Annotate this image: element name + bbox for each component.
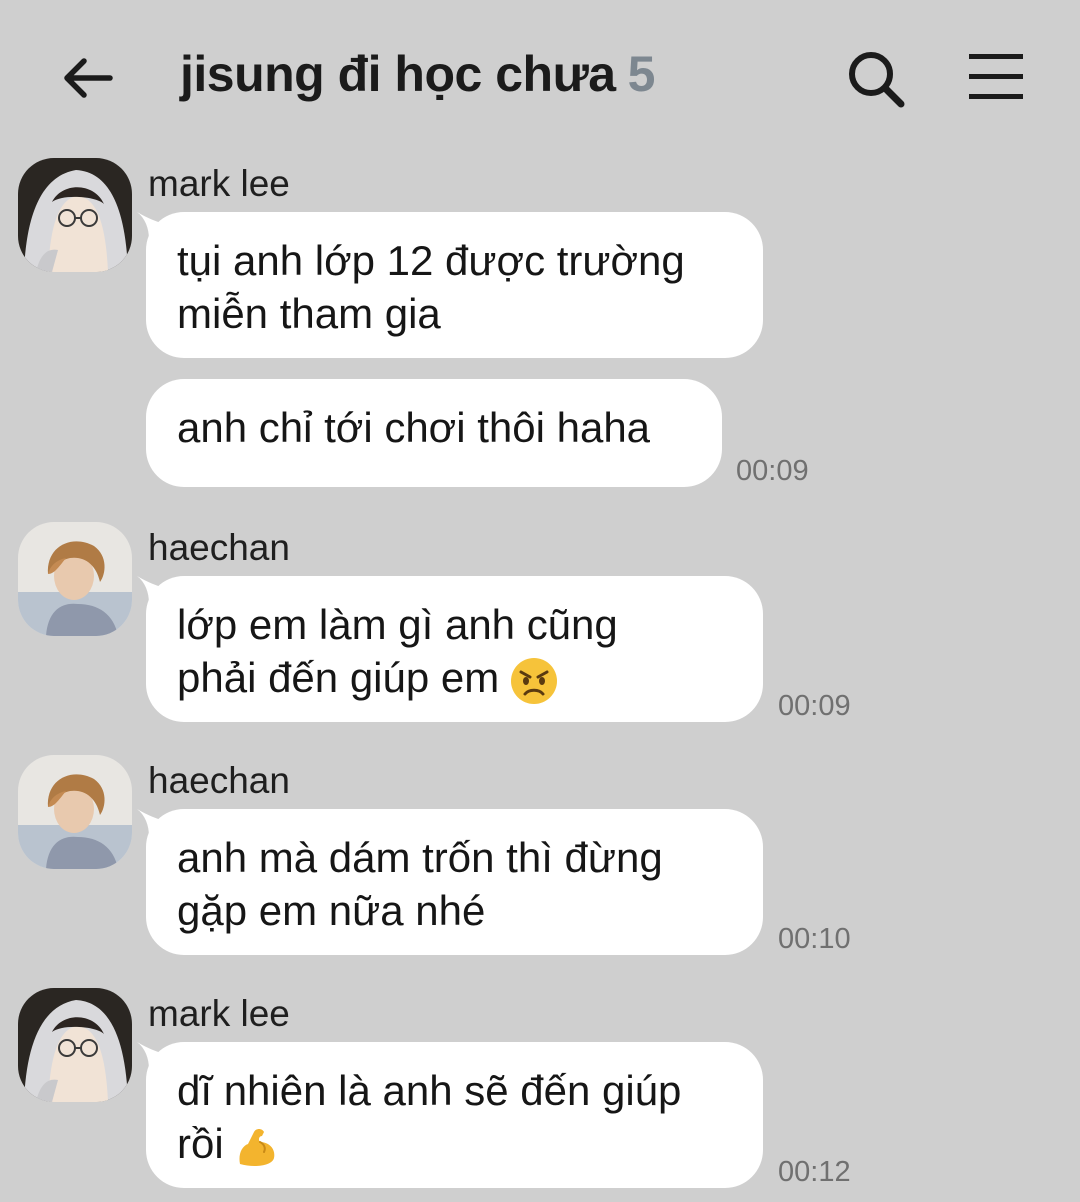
message-line: anh mà dám trốn thì đừng bbox=[177, 834, 663, 881]
message-line: miễn tham gia bbox=[177, 290, 441, 337]
haechan-avatar bbox=[18, 755, 132, 869]
message-line: gặp em nữa nhé bbox=[177, 887, 486, 934]
message-line: lớp em làm gì anh cũng bbox=[177, 601, 618, 648]
avatar-haechan[interactable] bbox=[18, 522, 132, 636]
mark-lee-avatar bbox=[18, 158, 132, 272]
message-bubble[interactable]: anh mà dám trốn thì đừng gặp em nữa nhé bbox=[146, 809, 763, 955]
message-line: phải đến giúp em bbox=[177, 651, 733, 706]
chat-title-text: jisung đi học chưa bbox=[180, 46, 616, 102]
message-line: tụi anh lớp 12 được trường bbox=[177, 237, 685, 284]
message-bubble[interactable]: dĩ nhiên là anh sẽ đến giúp rồi bbox=[146, 1042, 763, 1188]
message-bubble[interactable]: lớp em làm gì anh cũng phải đến giúp em bbox=[146, 576, 763, 722]
message-line: anh chỉ tới chơi thôi haha bbox=[177, 404, 651, 451]
member-count: 5 bbox=[627, 46, 656, 102]
avatar-mark-lee[interactable] bbox=[18, 988, 132, 1102]
sender-name: haechan bbox=[148, 760, 290, 801]
hamburger-menu-icon bbox=[969, 54, 1023, 99]
message-line: dĩ nhiên là anh sẽ đến giúp bbox=[177, 1067, 682, 1114]
chat-header: jisung đi học chưa 5 bbox=[0, 0, 1080, 150]
search-button[interactable] bbox=[845, 48, 907, 110]
message-timestamp: 00:10 bbox=[778, 923, 851, 955]
menu-button[interactable] bbox=[968, 52, 1024, 102]
sender-name: haechan bbox=[148, 527, 290, 568]
message-line-text: rồi bbox=[177, 1120, 224, 1167]
sender-name: mark lee bbox=[148, 163, 290, 204]
message-bubble[interactable]: anh chỉ tới chơi thôi haha bbox=[146, 379, 722, 487]
message-timestamp: 00:09 bbox=[778, 690, 851, 722]
chat-title: jisung đi học chưa 5 bbox=[180, 45, 655, 103]
avatar-mark-lee[interactable] bbox=[18, 158, 132, 272]
avatar-haechan[interactable] bbox=[18, 755, 132, 869]
mark-lee-avatar bbox=[18, 988, 132, 1102]
message-timestamp: 00:12 bbox=[778, 1156, 851, 1188]
back-button[interactable] bbox=[58, 48, 118, 108]
haechan-avatar bbox=[18, 522, 132, 636]
search-icon bbox=[849, 52, 905, 108]
message-timestamp: 00:09 bbox=[736, 455, 809, 487]
message-bubble[interactable]: tụi anh lớp 12 được trường miễn tham gia bbox=[146, 212, 763, 358]
flexed-biceps-emoji bbox=[239, 1128, 274, 1166]
angry-face-emoji bbox=[511, 657, 558, 704]
message-line: rồi bbox=[177, 1117, 733, 1170]
message-line-text: phải đến giúp em bbox=[177, 654, 500, 701]
back-arrow-icon bbox=[64, 58, 113, 98]
sender-name: mark lee bbox=[148, 993, 290, 1034]
